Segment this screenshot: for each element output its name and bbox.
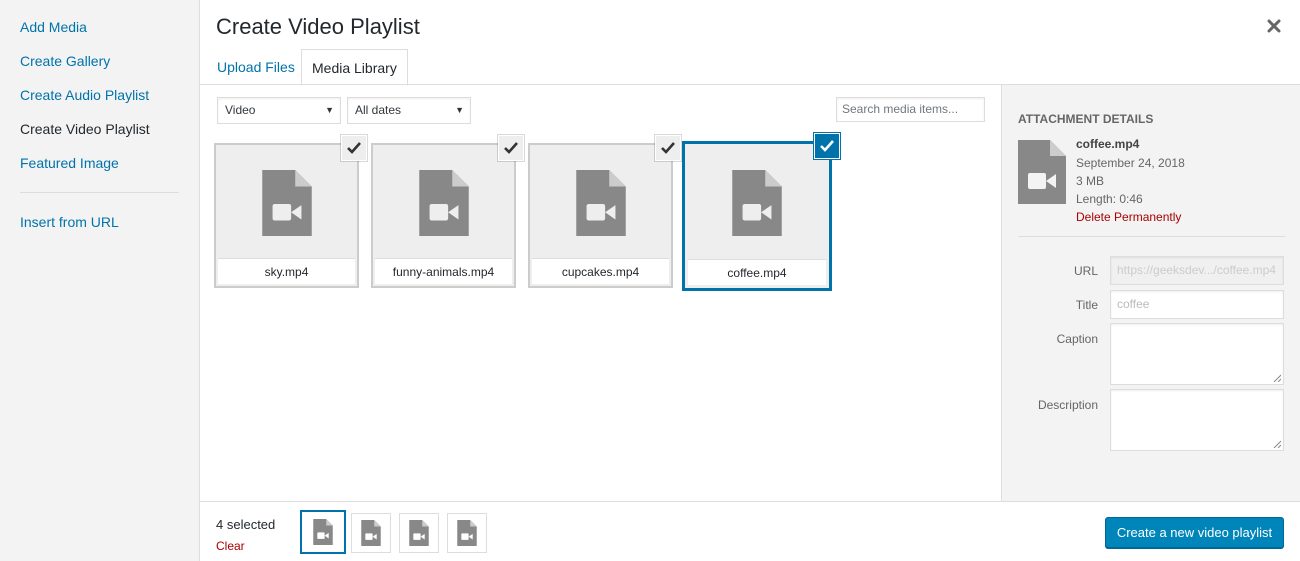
url-label: URL — [1073, 264, 1098, 278]
media-type-filter-value: Video — [225, 103, 256, 117]
video-file-icon — [409, 520, 429, 546]
attachment-filename: cupcakes.mp4 — [532, 258, 669, 284]
details-divider — [1018, 236, 1285, 237]
resize-grip-icon[interactable] — [1273, 374, 1281, 382]
attachment-item[interactable]: cupcakes.mp4 — [528, 136, 680, 288]
deselect-checkbox[interactable] — [656, 136, 680, 160]
chevron-down-icon: ▼ — [455, 105, 464, 115]
description-field[interactable] — [1110, 389, 1284, 451]
media-type-filter[interactable]: Video ▼ — [217, 97, 341, 124]
details-heading: ATTACHMENT DETAILS — [1018, 112, 1154, 126]
media-sidebar: Add Media Create Gallery Create Audio Pl… — [0, 0, 200, 561]
video-file-icon — [732, 170, 782, 236]
video-file-icon — [418, 170, 469, 236]
details-length: Length: 0:46 — [1076, 192, 1143, 206]
sidebar-item-create-audio-playlist[interactable]: Create Audio Playlist — [20, 86, 149, 104]
media-toolbar: 4 selected Clear Create a new video play… — [200, 501, 1300, 561]
selection-thumbnail[interactable] — [300, 510, 346, 554]
video-file-icon — [313, 519, 333, 545]
video-file-icon — [575, 170, 626, 236]
chevron-down-icon: ▼ — [325, 105, 334, 115]
deselect-checkbox[interactable] — [815, 134, 839, 158]
checkmark-icon — [504, 142, 518, 154]
selection-count: 4 selected — [216, 517, 276, 532]
title-label: Title — [1075, 298, 1098, 312]
selection-thumbnail[interactable] — [351, 513, 391, 553]
url-field[interactable]: https://geeksdev.../coffee.mp4 — [1110, 256, 1284, 285]
create-playlist-button[interactable]: Create a new video playlist — [1105, 517, 1284, 548]
video-file-icon — [361, 520, 381, 546]
sidebar-divider — [20, 192, 179, 193]
sidebar-item-create-gallery[interactable]: Create Gallery — [20, 52, 110, 70]
attachment-filename: funny-animals.mp4 — [375, 258, 512, 284]
attachment-filename: sky.mp4 — [218, 258, 355, 284]
search-input[interactable]: Search media items... — [836, 97, 985, 122]
video-file-icon — [261, 170, 312, 236]
media-modal: Add Media Create Gallery Create Audio Pl… — [0, 0, 1300, 561]
sidebar-item-featured-image[interactable]: Featured Image — [20, 154, 119, 172]
sidebar-item-add-media[interactable]: Add Media — [20, 18, 87, 36]
checkmark-icon — [661, 142, 675, 154]
attachment-item[interactable]: funny-animals.mp4 — [371, 136, 523, 288]
details-filename: coffee.mp4 — [1076, 137, 1140, 151]
deselect-checkbox[interactable] — [499, 136, 523, 160]
checkmark-icon — [820, 140, 834, 152]
selection-thumbnail[interactable] — [447, 513, 487, 553]
clear-selection-link[interactable]: Clear — [216, 539, 245, 553]
video-file-icon — [457, 520, 477, 546]
attachment-item[interactable]: sky.mp4 — [214, 136, 366, 288]
caption-label: Caption — [1056, 332, 1098, 346]
caption-field[interactable] — [1110, 323, 1284, 385]
attachment-filename: coffee.mp4 — [688, 259, 826, 285]
title-field[interactable]: coffee — [1110, 290, 1284, 319]
date-filter[interactable]: All dates ▼ — [347, 97, 471, 124]
delete-permanently-link[interactable]: Delete Permanently — [1076, 210, 1181, 224]
page-title: Create Video Playlist — [216, 14, 420, 39]
attachment-item-current[interactable]: coffee.mp4 — [682, 134, 839, 291]
date-filter-value: All dates — [355, 103, 402, 117]
deselect-checkbox[interactable] — [342, 136, 366, 160]
tab-media-library[interactable]: Media Library — [301, 49, 408, 86]
checkmark-icon — [347, 142, 361, 154]
details-date: September 24, 2018 — [1076, 156, 1185, 170]
details-size: 3 MB — [1076, 174, 1105, 188]
attachment-details-panel: ATTACHMENT DETAILS coffee.mp4 September … — [1001, 85, 1300, 501]
resize-grip-icon[interactable] — [1273, 440, 1281, 448]
description-label: Description — [1037, 398, 1098, 412]
sidebar-item-create-video-playlist[interactable]: Create Video Playlist — [20, 120, 150, 138]
video-file-icon — [1018, 140, 1066, 204]
selection-thumbnail[interactable] — [399, 513, 439, 553]
tab-upload-files[interactable]: Upload Files — [207, 49, 305, 85]
close-icon[interactable] — [1262, 14, 1286, 38]
sidebar-item-insert-from-url[interactable]: Insert from URL — [20, 213, 119, 231]
